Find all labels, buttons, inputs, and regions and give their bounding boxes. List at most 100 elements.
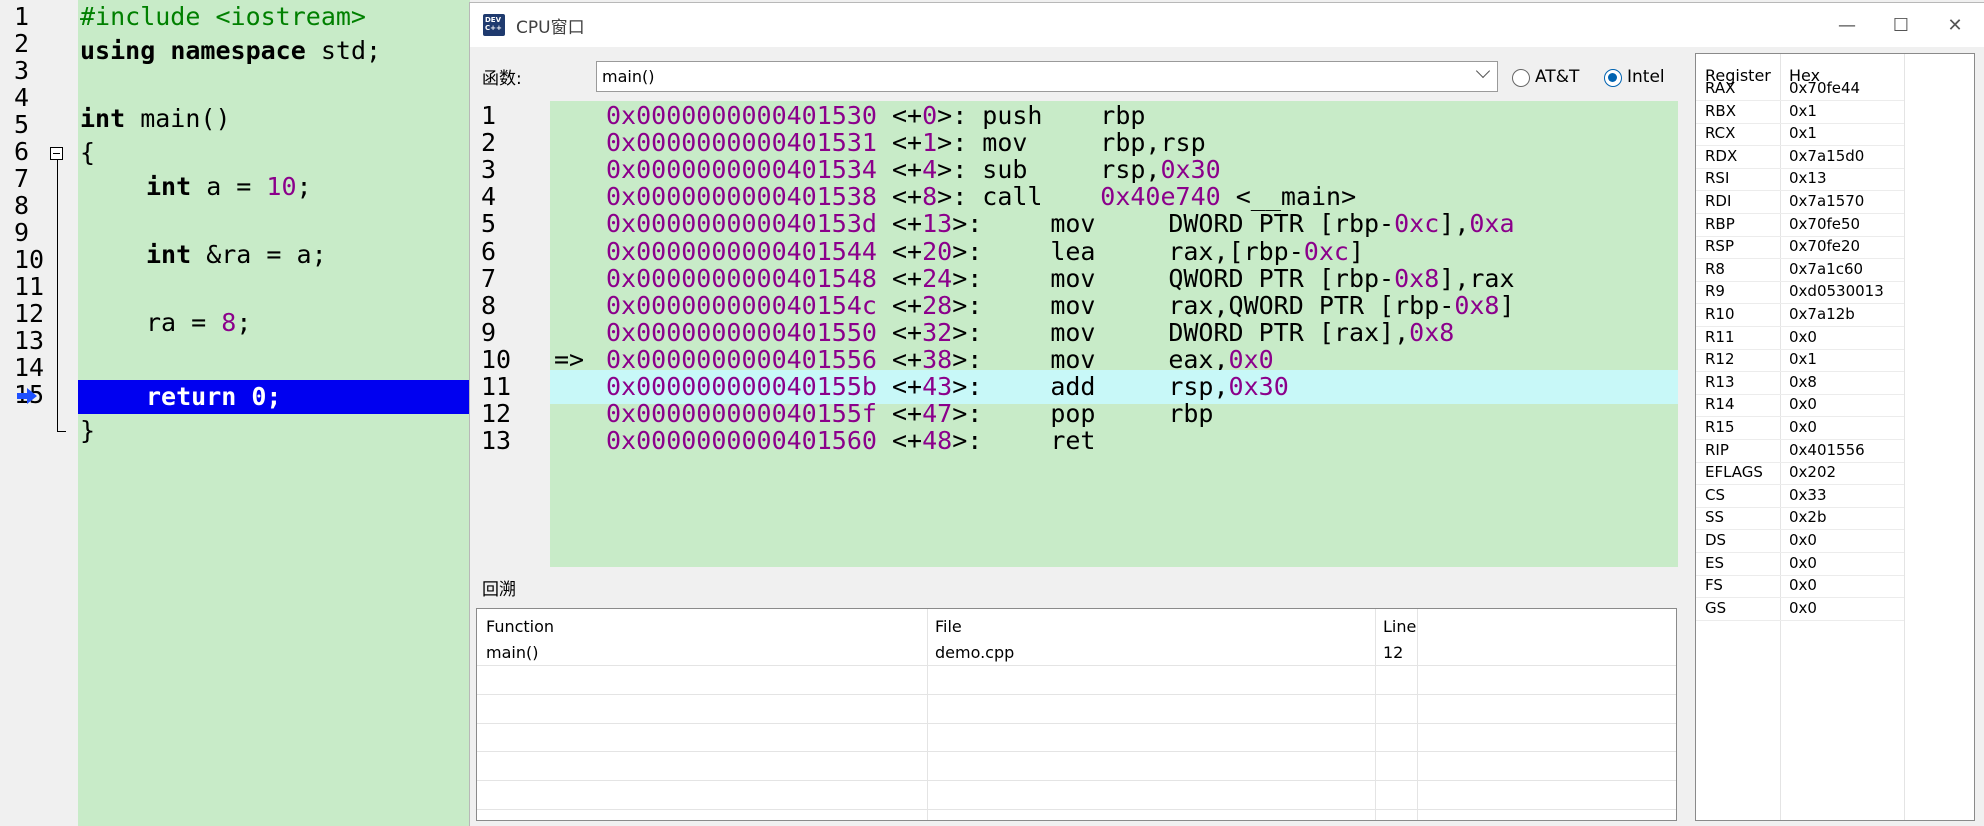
code-text: ; bbox=[296, 172, 312, 201]
register-value[interactable]: 0x1 bbox=[1789, 350, 1817, 368]
backtrace-cell-file[interactable]: demo.cpp bbox=[935, 643, 1014, 662]
register-value[interactable]: 0x7a15d0 bbox=[1789, 147, 1864, 165]
register-name[interactable]: RDX bbox=[1705, 147, 1737, 165]
register-value[interactable]: 0x401556 bbox=[1789, 441, 1865, 459]
row-divider bbox=[477, 809, 1676, 810]
column-divider bbox=[1904, 54, 1905, 820]
instruction-address: 0x0000000000401560 bbox=[606, 426, 877, 456]
register-name[interactable]: EFLAGS bbox=[1705, 463, 1763, 481]
code-number: 8 bbox=[221, 308, 237, 337]
code-editor[interactable]: 1 2 3 4 5 6 7 8 9 10 11 12 13 14 15 #inc… bbox=[0, 0, 470, 826]
disassembly-line[interactable]: 0x0000000000401560 <+48>: ret bbox=[550, 424, 1678, 458]
register-value[interactable]: 0x13 bbox=[1789, 169, 1827, 187]
fold-guide-line bbox=[57, 157, 58, 432]
code-line: int main() bbox=[80, 102, 231, 136]
column-divider bbox=[927, 609, 928, 820]
register-name[interactable]: R13 bbox=[1705, 373, 1735, 391]
register-name[interactable]: SS bbox=[1705, 508, 1724, 526]
register-name[interactable]: RBX bbox=[1705, 102, 1736, 120]
register-value[interactable]: 0x0 bbox=[1789, 395, 1817, 413]
register-name[interactable]: ES bbox=[1705, 554, 1724, 572]
column-divider bbox=[1417, 609, 1418, 820]
collapse-icon[interactable] bbox=[50, 147, 63, 160]
backtrace-header-file[interactable]: File bbox=[935, 617, 962, 636]
register-name[interactable]: RCX bbox=[1705, 124, 1735, 142]
backtrace-cell-function[interactable]: main() bbox=[486, 643, 538, 662]
disassembly-view[interactable]: 0x0000000000401530 <+0>: push rbp 0x0000000… bbox=[550, 101, 1678, 567]
backtrace-header-function[interactable]: Function bbox=[486, 617, 554, 636]
window-title: CPU窗口 bbox=[516, 18, 585, 38]
close-button[interactable]: ✕ bbox=[1928, 8, 1982, 44]
code-line: } bbox=[80, 416, 96, 445]
code-line-current: return 0; bbox=[146, 380, 281, 414]
register-name[interactable]: RBP bbox=[1705, 215, 1735, 233]
register-value[interactable]: 0x7a1c60 bbox=[1789, 260, 1863, 278]
instruction-opcode: ret bbox=[1050, 426, 1096, 456]
code-text: ; bbox=[236, 308, 252, 337]
register-name[interactable]: R15 bbox=[1705, 418, 1735, 436]
instruction-offset-number: 48 bbox=[922, 426, 953, 456]
backtrace-header-line[interactable]: Line bbox=[1383, 617, 1416, 636]
code-keyword: return bbox=[146, 382, 237, 411]
register-value[interactable]: 0x7a1570 bbox=[1789, 192, 1864, 210]
row-divider bbox=[477, 694, 1676, 695]
register-value[interactable]: 0x1 bbox=[1789, 124, 1817, 142]
minimize-button[interactable]: — bbox=[1820, 8, 1874, 44]
maximize-button[interactable]: ☐ bbox=[1874, 8, 1928, 44]
row-divider bbox=[477, 665, 1676, 666]
register-name[interactable]: R10 bbox=[1705, 305, 1735, 323]
code-line: int &ra = a; bbox=[146, 238, 327, 272]
register-table[interactable]: Register Hex RAX 0x70fe44 RBX 0x1 RCX 0x1 RDX 0… bbox=[1695, 53, 1975, 821]
register-value[interactable]: 0x70fe20 bbox=[1789, 237, 1860, 255]
register-name[interactable]: R14 bbox=[1705, 395, 1735, 413]
code-keyword: namespace bbox=[170, 36, 306, 65]
register-value[interactable]: 0x7a12b bbox=[1789, 305, 1855, 323]
register-name[interactable]: R9 bbox=[1705, 282, 1725, 300]
register-value[interactable]: 0x0 bbox=[1789, 531, 1817, 549]
row-divider bbox=[1696, 619, 1904, 621]
register-value[interactable]: 0x70fe50 bbox=[1789, 215, 1860, 233]
radio-att[interactable] bbox=[1512, 69, 1530, 87]
code-text: 0; bbox=[236, 382, 282, 411]
row-divider bbox=[477, 723, 1676, 724]
fold-guide-end bbox=[57, 431, 66, 432]
register-name[interactable]: CS bbox=[1705, 486, 1725, 504]
register-name[interactable]: RAX bbox=[1705, 79, 1735, 97]
backtrace-table[interactable]: Function File Line main() demo.cpp 12 bbox=[476, 608, 1677, 821]
code-line: using namespace std; bbox=[80, 34, 381, 68]
register-value[interactable]: 0x1 bbox=[1789, 102, 1817, 120]
cpu-window: DEV C++ CPU窗口 — ☐ ✕ 函数: main() AT&T Inte… bbox=[469, 2, 1984, 826]
backtrace-cell-line[interactable]: 12 bbox=[1383, 643, 1403, 662]
function-select[interactable]: main() bbox=[596, 61, 1498, 92]
register-value[interactable]: 0x0 bbox=[1789, 554, 1817, 572]
radio-intel[interactable] bbox=[1604, 69, 1622, 87]
register-value[interactable]: 0x33 bbox=[1789, 486, 1827, 504]
register-name[interactable]: R11 bbox=[1705, 328, 1735, 346]
row-divider bbox=[477, 780, 1676, 781]
register-name[interactable]: RSP bbox=[1705, 237, 1734, 255]
radio-intel-label[interactable]: Intel bbox=[1627, 67, 1665, 87]
register-value[interactable]: 0x70fe44 bbox=[1789, 79, 1860, 97]
register-value[interactable]: 0x0 bbox=[1789, 418, 1817, 436]
code-line: { bbox=[80, 138, 96, 167]
register-name[interactable]: DS bbox=[1705, 531, 1726, 549]
register-name[interactable]: FS bbox=[1705, 576, 1723, 594]
register-name[interactable]: R8 bbox=[1705, 260, 1725, 278]
column-divider bbox=[1375, 609, 1376, 820]
register-value[interactable]: 0x0 bbox=[1789, 328, 1817, 346]
register-name[interactable]: R12 bbox=[1705, 350, 1735, 368]
register-value[interactable]: 0x0 bbox=[1789, 576, 1817, 594]
register-name[interactable]: GS bbox=[1705, 599, 1726, 617]
register-value[interactable]: 0x2b bbox=[1789, 508, 1827, 526]
register-value[interactable]: 0x0 bbox=[1789, 599, 1817, 617]
register-value[interactable]: 0x202 bbox=[1789, 463, 1836, 481]
register-name[interactable]: RSI bbox=[1705, 169, 1729, 187]
window-titlebar[interactable]: DEV C++ CPU窗口 — ☐ ✕ bbox=[470, 3, 1984, 47]
register-name[interactable]: RIP bbox=[1705, 441, 1729, 459]
register-value[interactable]: 0x8 bbox=[1789, 373, 1817, 391]
chevron-down-icon[interactable] bbox=[1475, 63, 1491, 79]
register-value[interactable]: 0xd0530013 bbox=[1789, 282, 1884, 300]
radio-att-label[interactable]: AT&T bbox=[1535, 67, 1579, 87]
function-select-value: main() bbox=[602, 67, 655, 86]
register-name[interactable]: RDI bbox=[1705, 192, 1731, 210]
